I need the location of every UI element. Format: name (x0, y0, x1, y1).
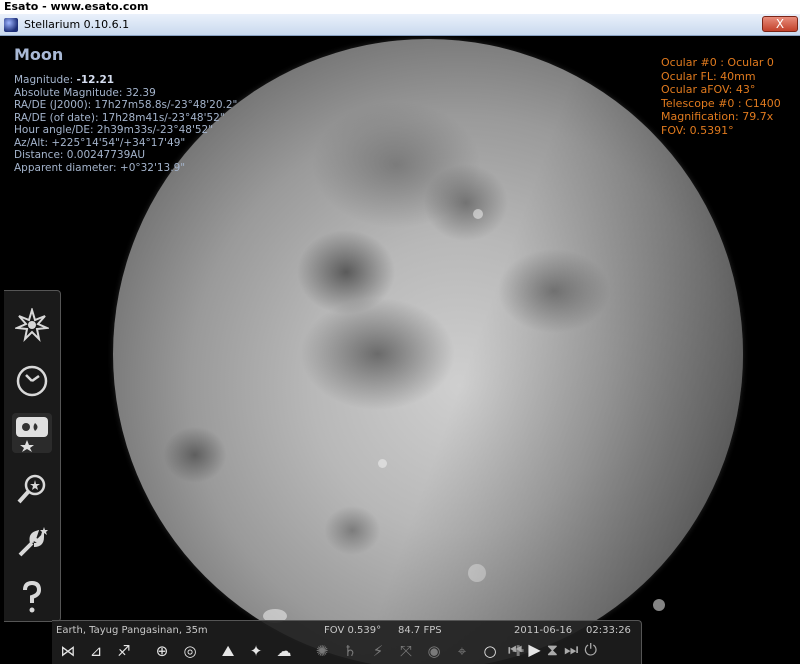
info-row: Apparent diameter: +0°32'13.9" (14, 161, 186, 174)
window-titlebar: Stellarium 0.10.6.1 X (0, 14, 800, 36)
fast-forward-icon[interactable]: ⏭ (564, 640, 578, 660)
info-row: Az/Alt: +225°14'54"/+34°17'49" (14, 136, 186, 149)
circle-icon: ○ (483, 642, 497, 660)
sky-view-options-icon (16, 417, 48, 452)
object-name: Moon (14, 45, 64, 64)
constellation-lines-button[interactable]: ⋈ (56, 639, 80, 663)
ocular-row: Ocular #0 : Ocular 0 (661, 56, 774, 69)
equatorial-grid-icon: ⊕ (155, 642, 169, 660)
constellation-labels-icon: ⊿ (89, 642, 103, 660)
planet-labels-button[interactable]: ♄ (338, 639, 362, 663)
wrench-settings-icon (18, 527, 48, 557)
time-status: 02:33:26 (586, 625, 631, 636)
atmosphere-icon: ☁ (276, 642, 292, 660)
info-row: Hour angle/DE: 2h39m33s/-23°48'52" (14, 124, 214, 136)
magnitude-value: -12.21 (76, 74, 115, 86)
cardinal-points-button[interactable]: ✦ (244, 639, 268, 663)
left-toolbar (4, 290, 61, 622)
equatorial-grid-button[interactable]: ⊕ (150, 639, 174, 663)
constellation-lines-icon: ⋈ (60, 642, 76, 660)
info-row: Absolute Magnitude: 32.39 (14, 86, 156, 99)
nebulae-button[interactable]: ✺ (310, 639, 334, 663)
rewind-icon[interactable]: ⏮ (508, 640, 522, 660)
toolbar-buttons: ⋈ ⊿ ♐ ⊕ ◎ ⛰ ✦ ☁ ✺ ♄ ⚡ ⤧ ◉ ⌖ ○ ✚ (56, 639, 530, 663)
constellation-art-button[interactable]: ♐ (112, 639, 136, 663)
fov-status: FOV 0.539° (324, 625, 382, 636)
magnitude-row: Magnitude: -12.21 (14, 74, 115, 86)
play-icon[interactable]: ▶ (528, 640, 540, 660)
now-icon[interactable]: ⧗ (547, 640, 558, 660)
time-controls: ⏮ ▶ ⧗ ⏭ ⏻ (508, 640, 597, 660)
sky-location-icon (15, 308, 49, 342)
azimuthal-grid-icon: ◎ (183, 642, 197, 660)
azimuthal-grid-button[interactable]: ◎ (178, 639, 202, 663)
date-time-button[interactable] (12, 361, 52, 401)
ocular-row: FOV: 0.5391° (661, 123, 734, 137)
info-row: Distance: 0.00247739AU (14, 149, 146, 161)
mount-mode-button[interactable]: ⚡ (366, 639, 390, 663)
quit-icon[interactable]: ⏻ (584, 640, 597, 660)
location-window-button[interactable] (12, 305, 52, 345)
window-title: Stellarium 0.10.6.1 (24, 18, 130, 31)
ocular-row: Magnification: 79.7x (661, 110, 774, 123)
date-status: 2011-06-16 (514, 625, 573, 636)
ground-button[interactable]: ⛰ (216, 639, 240, 663)
info-row: RA/DE (of date): 17h28m41s/-23°48'52" (14, 111, 225, 124)
planet-icon: ♄ (343, 642, 357, 660)
constellation-art-icon: ♐ (117, 642, 131, 660)
cardinal-points-icon: ✦ (249, 642, 263, 660)
ocular-row: Telescope #0 : C1400 (661, 96, 781, 110)
location-status: Earth, Tayug Pangasinan, 35m (56, 625, 208, 636)
nebula-icon: ✺ (315, 642, 329, 660)
fps-status: 84.7 FPS (398, 625, 442, 636)
clock-icon (16, 365, 48, 397)
circle-button[interactable]: ○ (478, 639, 502, 663)
ocular-info-panel: Ocular #0 : Ocular 0 Ocular FL: 40mm Ocu… (661, 56, 781, 137)
object-info-panel: Moon Magnitude: -12.21 Absolute Magnitud… (14, 46, 237, 174)
atmosphere-button[interactable]: ☁ (272, 639, 296, 663)
telescope-icon: ⌖ (457, 642, 467, 660)
search-button[interactable] (12, 469, 52, 509)
ground-icon: ⛰ (221, 642, 235, 660)
ocular-row: Ocular aFOV: 43° (661, 83, 756, 96)
help-icon (23, 580, 42, 613)
mount-icon: ⚡ (372, 642, 384, 660)
window-close-button[interactable]: X (762, 16, 798, 32)
search-icon (17, 474, 46, 504)
watermark: Esato - www.esato.com (0, 0, 800, 14)
ocular-view-button[interactable]: ◉ (422, 639, 446, 663)
help-button[interactable] (12, 577, 52, 617)
fullscreen-icon: ⤧ (399, 642, 412, 660)
fullscreen-button[interactable]: ⤧ (394, 639, 418, 663)
info-row: RA/DE (J2000): 17h27m58.8s/-23°48'20.2" (14, 99, 238, 111)
constellation-labels-button[interactable]: ⊿ (84, 639, 108, 663)
night-mode-button[interactable]: ⌖ (450, 639, 474, 663)
configuration-button[interactable] (12, 523, 52, 563)
sky-view-options-button[interactable] (12, 413, 52, 453)
stellarium-app-icon (4, 17, 18, 32)
ocular-row: Ocular FL: 40mm (661, 69, 756, 83)
eye-icon: ◉ (427, 642, 441, 660)
